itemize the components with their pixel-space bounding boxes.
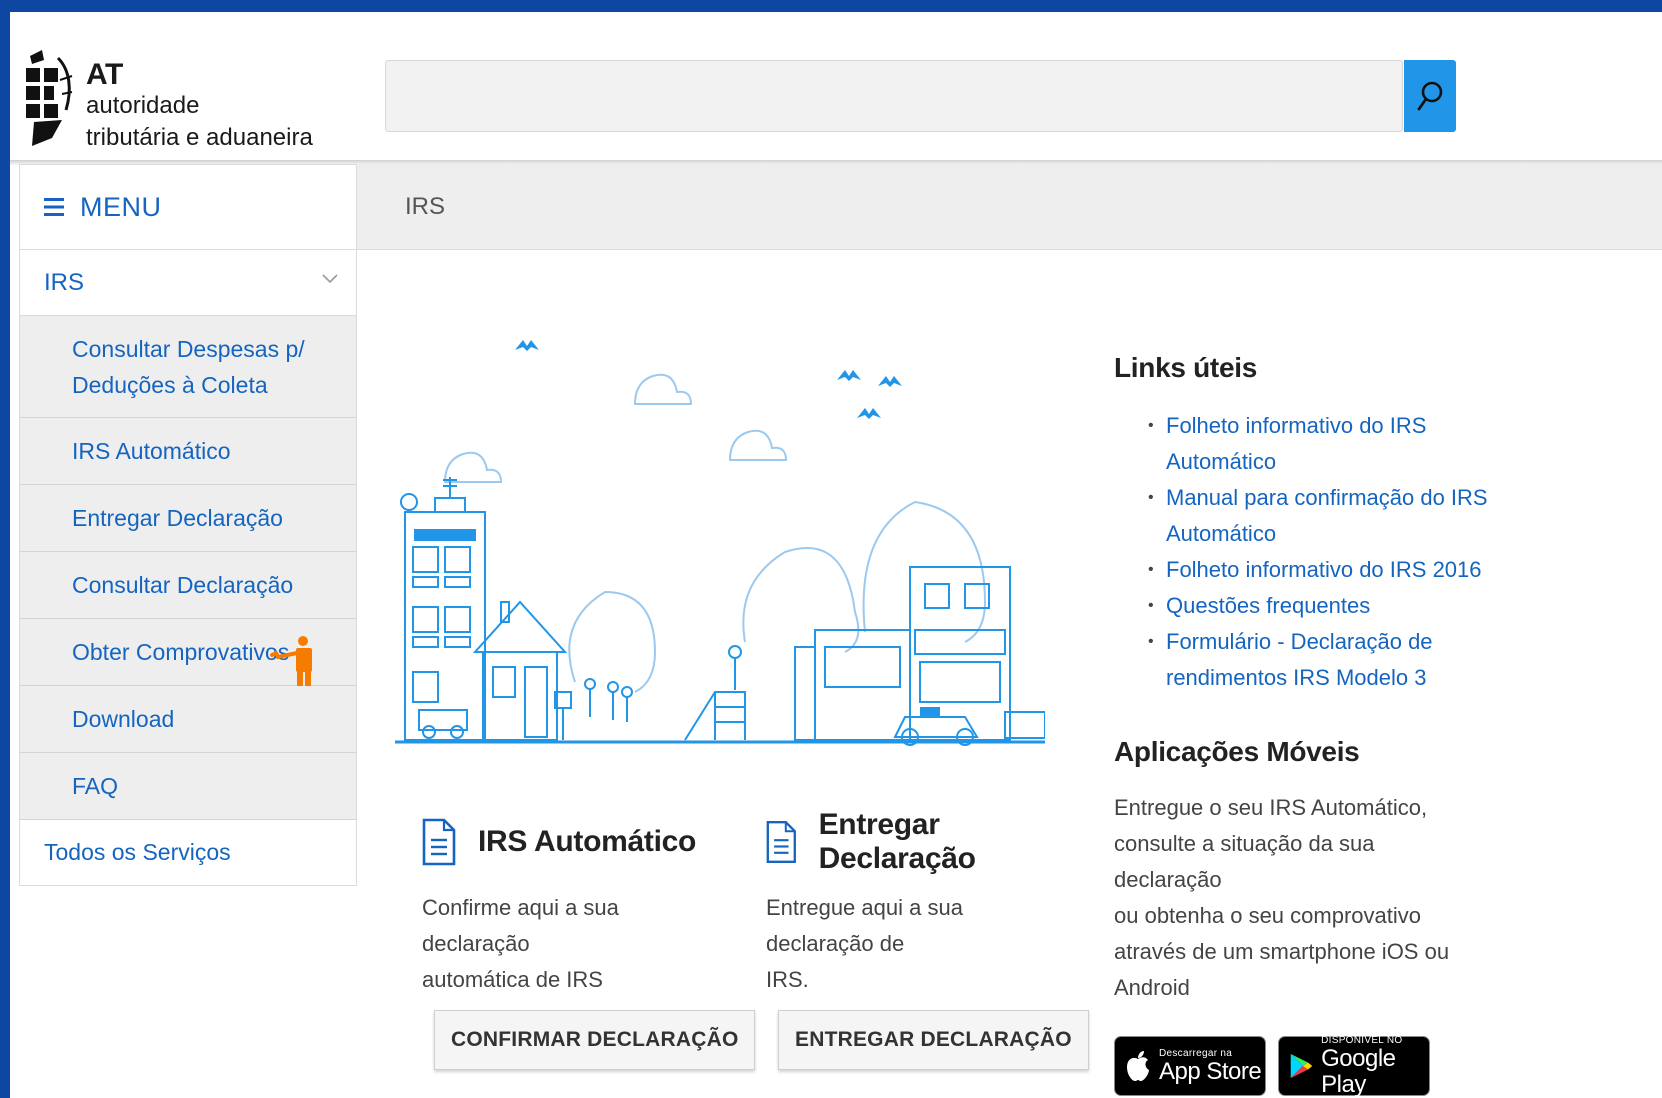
card-title: IRS Automático — [478, 825, 697, 858]
list-item: Manual para confirmação do IRS Automátic… — [1148, 480, 1514, 552]
apps-desc-line: Android — [1114, 975, 1190, 1000]
sidebar-item-irs-automatico[interactable]: IRS Automático — [19, 418, 357, 485]
menu-label: MENU — [80, 191, 162, 222]
google-play-big-text: Google Play — [1321, 1044, 1396, 1098]
link-text: Folheto informativo do IRS — [1166, 413, 1427, 438]
list-item: Formulário - Declaração de rendimentos I… — [1148, 624, 1514, 696]
google-play-badge[interactable]: DISPONÍVEL NO Google Play — [1278, 1034, 1430, 1098]
sidebar-section-irs[interactable]: IRS — [19, 250, 357, 316]
link-text: Automático — [1166, 521, 1277, 546]
app-store-badge[interactable]: Descarregar na App Store — [1114, 1036, 1266, 1096]
apps-desc-line: consulte a situação da sua declaração — [1114, 831, 1375, 892]
sidebar-item-label: Obter Comprovativos — [72, 639, 290, 665]
sidebar-item-label: Deduções à Coleta — [72, 371, 268, 398]
sidebar-item-consultar-declaracao[interactable]: Consultar Declaração — [19, 552, 357, 619]
logo-emblem-icon — [26, 50, 73, 146]
link-formulario-modelo-3[interactable]: Formulário - Declaração de rendimentos I… — [1166, 629, 1433, 690]
link-text: Questões frequentes — [1166, 593, 1371, 618]
breadcrumb-current: IRS — [405, 192, 446, 220]
sidebar-item-entregar-declaracao[interactable]: Entregar Declaração — [19, 485, 357, 552]
sidebar-item-consultar-despesas[interactable]: Consultar Despesas p/ Deduções à Coleta — [19, 316, 357, 418]
list-item: Folheto informativo do IRS Automático — [1148, 408, 1514, 480]
link-text: Formulário - Declaração de — [1166, 629, 1433, 654]
breadcrumb: IRS — [357, 164, 1662, 250]
sidebar-section-label: IRS — [44, 268, 85, 296]
card-desc-line: Confirme aqui a sua declaração — [422, 895, 619, 956]
app-store-big-text: App Store — [1159, 1057, 1262, 1085]
apps-desc-line: através de um smartphone iOS ou — [1114, 939, 1450, 964]
link-manual-confirmacao[interactable]: Manual para confirmação do IRS Automátic… — [1166, 485, 1488, 546]
card-description: Entregue aqui a sua declaração de IRS. — [766, 890, 1066, 998]
sidebar-item-faq[interactable]: FAQ — [19, 753, 357, 820]
site-header: AT autoridade tributária e aduaneira — [10, 12, 1662, 162]
card-description: Confirme aqui a sua declaração automátic… — [422, 890, 722, 998]
card-entregar-declaracao: Entregar Declaração Entregue aqui a sua … — [766, 808, 1089, 1070]
chevron-down-icon — [322, 274, 338, 284]
app-badges: Descarregar na App Store DISPONÍVEL NO G… — [1114, 1034, 1514, 1098]
sidebar-item-label: Todos os Serviços — [44, 839, 231, 865]
search-icon — [1417, 81, 1443, 111]
logo-line-1: autoridade — [86, 92, 200, 119]
page-frame: AT autoridade tributária e aduaneira MEN… — [10, 12, 1662, 1098]
hamburger-icon — [44, 198, 64, 216]
sidebar-item-label: Consultar Declaração — [72, 572, 294, 598]
list-item: Questões frequentes — [1148, 588, 1514, 624]
app-store-small-text: Descarregar na — [1159, 1047, 1233, 1059]
apps-desc-line: ou obtenha o seu comprovativo — [1114, 903, 1421, 928]
link-text: Manual para confirmação do IRS — [1166, 485, 1488, 510]
menu-toggle[interactable]: MENU — [19, 164, 357, 250]
list-item: Folheto informativo do IRS 2016 — [1148, 552, 1514, 588]
apps-desc-line: Entregue o seu IRS Automático, — [1114, 795, 1428, 820]
sidebar-item-label: FAQ — [72, 773, 119, 799]
right-column: Links úteis Folheto informativo do IRS A… — [1114, 352, 1514, 1098]
links-list: Folheto informativo do IRS Automático Ma… — [1114, 408, 1514, 696]
card-irs-automatico: IRS Automático Confirme aqui a sua decla… — [422, 812, 756, 1070]
document-icon — [422, 818, 456, 866]
card-desc-line: IRS. — [766, 967, 809, 992]
search-button[interactable] — [1404, 60, 1456, 132]
link-text: rendimentos IRS Modelo 3 — [1166, 665, 1427, 690]
apple-icon — [1127, 1051, 1149, 1081]
at-logo[interactable]: AT autoridade tributária e aduaneira — [18, 40, 318, 151]
document-icon — [766, 821, 796, 863]
logo-line-2: tributária e aduaneira — [86, 124, 313, 151]
apps-description: Entregue o seu IRS Automático, consulte … — [1114, 790, 1454, 1006]
link-questoes-frequentes[interactable]: Questões frequentes — [1166, 593, 1370, 618]
google-play-icon — [1290, 1053, 1313, 1079]
city-illustration — [395, 340, 1045, 746]
link-folheto-irs-2016[interactable]: Folheto informativo do IRS 2016 — [1166, 557, 1482, 582]
sidebar-item-label: Consultar Despesas p/ — [72, 335, 305, 362]
sidebar-item-label: Download — [72, 706, 175, 732]
sidebar-item-todos-servicos[interactable]: Todos os Serviços — [19, 820, 357, 886]
sidebar-item-label: IRS Automático — [72, 438, 231, 464]
card-desc-line: automática de IRS — [422, 967, 603, 992]
card-title: Entregar Declaração — [818, 808, 976, 875]
entregar-declaracao-button[interactable]: ENTREGAR DECLARAÇÃO — [778, 1010, 1089, 1070]
links-uteis-title: Links úteis — [1114, 352, 1257, 383]
logo-abbrev: AT — [86, 58, 123, 91]
sidebar-nav: MENU IRS Consultar Despesas p/ Deduções … — [19, 164, 357, 886]
aplicacoes-moveis-title: Aplicações Móveis — [1114, 736, 1360, 767]
google-play-small-text: DISPONÍVEL NO — [1321, 1034, 1403, 1046]
sidebar-item-label: Entregar Declaração — [72, 505, 283, 531]
link-text: Folheto informativo do IRS 2016 — [1166, 557, 1482, 582]
card-desc-line: Entregue aqui a sua declaração de — [766, 895, 963, 956]
sidebar-item-download[interactable]: Download — [19, 686, 357, 753]
link-text: Automático — [1166, 449, 1277, 474]
link-folheto-irs-automatico[interactable]: Folheto informativo do IRS Automático — [1166, 413, 1426, 474]
confirmar-declaracao-button[interactable]: CONFIRMAR DECLARAÇÃO — [434, 1010, 756, 1070]
search-input[interactable] — [385, 60, 1403, 132]
sidebar-item-obter-comprovativos[interactable]: Obter Comprovativos — [19, 619, 357, 695]
